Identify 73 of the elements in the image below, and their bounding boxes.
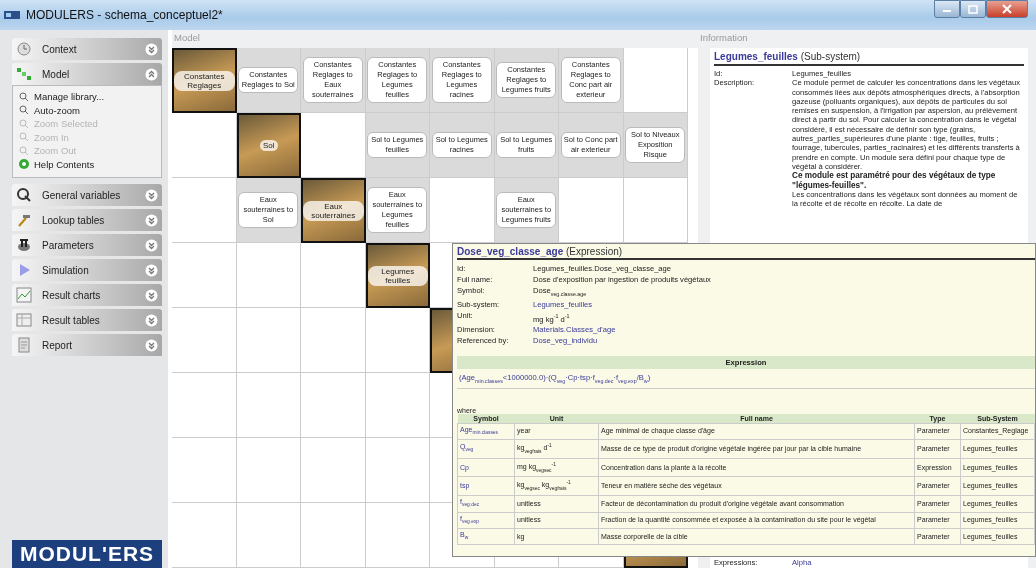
section-label: General variables [42, 189, 122, 201]
section-label: Parameters [42, 239, 95, 251]
menu-item[interactable]: Help Contents [19, 157, 155, 171]
section-icon [16, 187, 32, 203]
grid-cell [172, 243, 237, 308]
grid-cell [301, 308, 366, 373]
subsystem-photo[interactable]: Legumes feuilles [365, 243, 430, 308]
logo: MODUL'ERS [12, 540, 162, 568]
description-text: Ce module est paramétré pour des végétaux de type "légumes-feuilles". [792, 171, 997, 190]
section-label: Simulation [42, 264, 90, 276]
title-link[interactable]: Legumes_feuilles [714, 51, 798, 62]
grid-cell [172, 308, 237, 373]
grid-cell [236, 438, 301, 503]
section-icon [16, 337, 32, 353]
node-label: Constantes Reglages [174, 70, 235, 91]
menu-item[interactable]: Manage library... [19, 90, 155, 104]
section-label: Result charts [42, 289, 102, 301]
node-label: Sol [259, 140, 278, 151]
magnifier-icon [19, 145, 29, 156]
section-header[interactable]: Report [12, 334, 162, 356]
section-label: Context [42, 43, 78, 55]
section-label: Report [42, 339, 73, 351]
group-label: Model [172, 30, 698, 48]
section-label: Lookup tables [42, 214, 106, 226]
grid-cell [236, 373, 301, 438]
section-header[interactable]: Parameters [12, 234, 162, 256]
section-icon [16, 212, 32, 228]
grid-cell [172, 503, 237, 568]
magnifier-icon [19, 105, 29, 116]
grid-cell [301, 243, 366, 308]
section-icon [16, 287, 32, 303]
grid-cell [172, 373, 237, 438]
grid-cell [172, 438, 237, 503]
grid-cell [236, 308, 301, 373]
title-link[interactable]: Dose_veg_classe_age [457, 246, 564, 257]
section-icon [16, 237, 32, 253]
section-header[interactable]: Result charts [12, 284, 162, 306]
close-icon [1002, 4, 1012, 14]
section-icon [16, 41, 32, 57]
grid-cell [236, 503, 301, 568]
grid-cell [172, 113, 237, 178]
subsystem-photo[interactable]: Eaux souterraines [301, 178, 366, 243]
app-icon [4, 10, 20, 20]
subsystem-photo[interactable]: Constantes Reglages [172, 48, 237, 113]
magnifier-icon [19, 132, 29, 143]
section-icon [16, 312, 32, 328]
section-label: Result tables [42, 314, 101, 326]
section-header[interactable]: Simulation [12, 259, 162, 281]
section-header[interactable]: Context [12, 38, 162, 60]
magnifier-icon [19, 91, 29, 102]
node-label: Eaux souterraines [303, 200, 364, 221]
grid-cell [301, 373, 366, 438]
maximize-button[interactable] [960, 0, 986, 18]
title-kind: (Sub-system) [799, 51, 861, 62]
close-button[interactable] [986, 0, 1028, 18]
menu-item[interactable]: Auto-zoom [19, 103, 155, 117]
minimize-button[interactable] [934, 0, 960, 18]
section-label: Model [42, 68, 71, 80]
title-kind: (Expression) [564, 246, 623, 257]
grid-cell [301, 438, 366, 503]
grid-cell [301, 503, 366, 568]
subsystem-photo[interactable]: Sol [236, 113, 301, 178]
section-header[interactable]: Lookup tables [12, 209, 162, 231]
grid-cell [365, 503, 430, 568]
node-label: Legumes feuilles [367, 265, 428, 286]
section-header[interactable]: Model [12, 63, 162, 85]
magnifier-icon [19, 118, 29, 129]
maximize-icon [968, 4, 978, 14]
section-header[interactable]: Result tables [12, 309, 162, 331]
window-title: MODULERS - schema_conceptuel2* [26, 8, 224, 22]
section-icon [16, 66, 32, 82]
section-header[interactable]: General variables [12, 184, 162, 206]
help-icon [19, 159, 29, 170]
